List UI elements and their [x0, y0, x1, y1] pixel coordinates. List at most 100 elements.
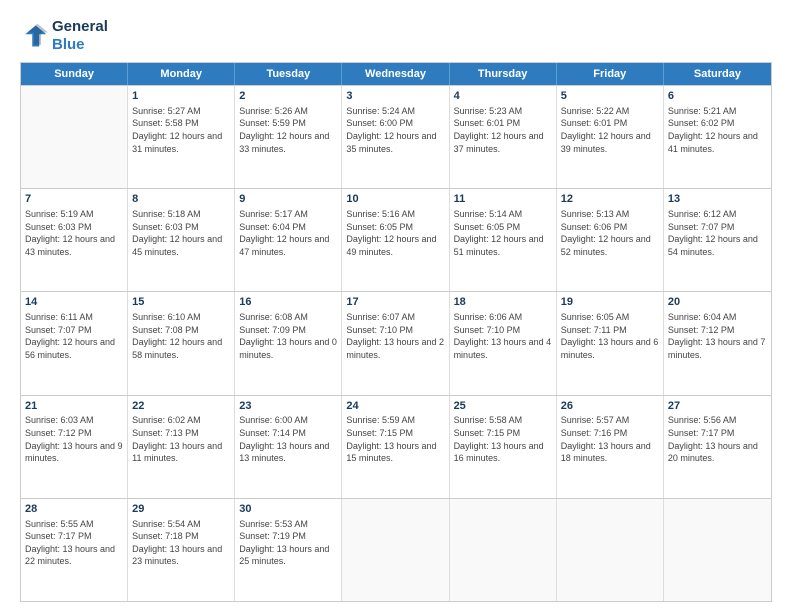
cal-week-2: 7Sunrise: 5:19 AMSunset: 6:03 PMDaylight…: [21, 188, 771, 291]
cal-header-day-saturday: Saturday: [664, 63, 771, 85]
day-number: 25: [454, 399, 552, 414]
sun-info: Sunrise: 5:24 AMSunset: 6:00 PMDaylight:…: [346, 105, 444, 155]
sun-info: Sunrise: 6:10 AMSunset: 7:08 PMDaylight:…: [132, 311, 230, 361]
cal-week-4: 21Sunrise: 6:03 AMSunset: 7:12 PMDayligh…: [21, 395, 771, 498]
sun-info: Sunrise: 6:06 AMSunset: 7:10 PMDaylight:…: [454, 311, 552, 361]
day-number: 26: [561, 399, 659, 414]
day-number: 24: [346, 399, 444, 414]
cal-cell-6: 6Sunrise: 5:21 AMSunset: 6:02 PMDaylight…: [664, 86, 771, 188]
cal-week-1: 1Sunrise: 5:27 AMSunset: 5:58 PMDaylight…: [21, 85, 771, 188]
cal-cell-15: 15Sunrise: 6:10 AMSunset: 7:08 PMDayligh…: [128, 292, 235, 394]
day-number: 22: [132, 399, 230, 414]
day-number: 28: [25, 502, 123, 517]
sun-info: Sunrise: 5:16 AMSunset: 6:05 PMDaylight:…: [346, 208, 444, 258]
sun-info: Sunrise: 6:12 AMSunset: 7:07 PMDaylight:…: [668, 208, 767, 258]
sun-info: Sunrise: 6:02 AMSunset: 7:13 PMDaylight:…: [132, 414, 230, 464]
day-number: 3: [346, 89, 444, 104]
sun-info: Sunrise: 6:04 AMSunset: 7:12 PMDaylight:…: [668, 311, 767, 361]
cal-header-day-monday: Monday: [128, 63, 235, 85]
cal-cell-29: 29Sunrise: 5:54 AMSunset: 7:18 PMDayligh…: [128, 499, 235, 601]
cal-cell-19: 19Sunrise: 6:05 AMSunset: 7:11 PMDayligh…: [557, 292, 664, 394]
sun-info: Sunrise: 5:18 AMSunset: 6:03 PMDaylight:…: [132, 208, 230, 258]
calendar-body: 1Sunrise: 5:27 AMSunset: 5:58 PMDaylight…: [21, 85, 771, 601]
cal-cell-7: 7Sunrise: 5:19 AMSunset: 6:03 PMDaylight…: [21, 189, 128, 291]
day-number: 13: [668, 192, 767, 207]
day-number: 16: [239, 295, 337, 310]
sun-info: Sunrise: 5:23 AMSunset: 6:01 PMDaylight:…: [454, 105, 552, 155]
sun-info: Sunrise: 5:59 AMSunset: 7:15 PMDaylight:…: [346, 414, 444, 464]
cal-cell-11: 11Sunrise: 5:14 AMSunset: 6:05 PMDayligh…: [450, 189, 557, 291]
sun-info: Sunrise: 5:13 AMSunset: 6:06 PMDaylight:…: [561, 208, 659, 258]
cal-cell-empty-4-5: [557, 499, 664, 601]
logo: General Blue: [20, 18, 108, 54]
logo-text: General Blue: [52, 18, 108, 54]
cal-cell-4: 4Sunrise: 5:23 AMSunset: 6:01 PMDaylight…: [450, 86, 557, 188]
cal-cell-empty-4-3: [342, 499, 449, 601]
sun-info: Sunrise: 5:53 AMSunset: 7:19 PMDaylight:…: [239, 518, 337, 568]
cal-cell-20: 20Sunrise: 6:04 AMSunset: 7:12 PMDayligh…: [664, 292, 771, 394]
day-number: 29: [132, 502, 230, 517]
day-number: 5: [561, 89, 659, 104]
cal-cell-3: 3Sunrise: 5:24 AMSunset: 6:00 PMDaylight…: [342, 86, 449, 188]
sun-info: Sunrise: 5:14 AMSunset: 6:05 PMDaylight:…: [454, 208, 552, 258]
cal-cell-8: 8Sunrise: 5:18 AMSunset: 6:03 PMDaylight…: [128, 189, 235, 291]
sun-info: Sunrise: 5:26 AMSunset: 5:59 PMDaylight:…: [239, 105, 337, 155]
day-number: 17: [346, 295, 444, 310]
day-number: 19: [561, 295, 659, 310]
day-number: 20: [668, 295, 767, 310]
cal-header-day-sunday: Sunday: [21, 63, 128, 85]
sun-info: Sunrise: 5:27 AMSunset: 5:58 PMDaylight:…: [132, 105, 230, 155]
day-number: 23: [239, 399, 337, 414]
sun-info: Sunrise: 5:21 AMSunset: 6:02 PMDaylight:…: [668, 105, 767, 155]
cal-cell-empty-4-6: [664, 499, 771, 601]
day-number: 1: [132, 89, 230, 104]
day-number: 30: [239, 502, 337, 517]
cal-cell-12: 12Sunrise: 5:13 AMSunset: 6:06 PMDayligh…: [557, 189, 664, 291]
day-number: 18: [454, 295, 552, 310]
sun-info: Sunrise: 6:05 AMSunset: 7:11 PMDaylight:…: [561, 311, 659, 361]
header: General Blue: [20, 18, 772, 54]
cal-cell-22: 22Sunrise: 6:02 AMSunset: 7:13 PMDayligh…: [128, 396, 235, 498]
cal-cell-empty-0-0: [21, 86, 128, 188]
cal-header-day-friday: Friday: [557, 63, 664, 85]
day-number: 7: [25, 192, 123, 207]
day-number: 11: [454, 192, 552, 207]
cal-week-5: 28Sunrise: 5:55 AMSunset: 7:17 PMDayligh…: [21, 498, 771, 601]
cal-header-day-thursday: Thursday: [450, 63, 557, 85]
cal-cell-27: 27Sunrise: 5:56 AMSunset: 7:17 PMDayligh…: [664, 396, 771, 498]
calendar-header: SundayMondayTuesdayWednesdayThursdayFrid…: [21, 63, 771, 85]
day-number: 2: [239, 89, 337, 104]
cal-cell-25: 25Sunrise: 5:58 AMSunset: 7:15 PMDayligh…: [450, 396, 557, 498]
day-number: 8: [132, 192, 230, 207]
cal-cell-21: 21Sunrise: 6:03 AMSunset: 7:12 PMDayligh…: [21, 396, 128, 498]
cal-cell-18: 18Sunrise: 6:06 AMSunset: 7:10 PMDayligh…: [450, 292, 557, 394]
sun-info: Sunrise: 5:55 AMSunset: 7:17 PMDaylight:…: [25, 518, 123, 568]
sun-info: Sunrise: 6:08 AMSunset: 7:09 PMDaylight:…: [239, 311, 337, 361]
cal-cell-17: 17Sunrise: 6:07 AMSunset: 7:10 PMDayligh…: [342, 292, 449, 394]
cal-cell-5: 5Sunrise: 5:22 AMSunset: 6:01 PMDaylight…: [557, 86, 664, 188]
sun-info: Sunrise: 6:00 AMSunset: 7:14 PMDaylight:…: [239, 414, 337, 464]
cal-cell-16: 16Sunrise: 6:08 AMSunset: 7:09 PMDayligh…: [235, 292, 342, 394]
cal-cell-9: 9Sunrise: 5:17 AMSunset: 6:04 PMDaylight…: [235, 189, 342, 291]
cal-header-day-tuesday: Tuesday: [235, 63, 342, 85]
day-number: 6: [668, 89, 767, 104]
cal-cell-1: 1Sunrise: 5:27 AMSunset: 5:58 PMDaylight…: [128, 86, 235, 188]
sun-info: Sunrise: 6:03 AMSunset: 7:12 PMDaylight:…: [25, 414, 123, 464]
cal-cell-23: 23Sunrise: 6:00 AMSunset: 7:14 PMDayligh…: [235, 396, 342, 498]
sun-info: Sunrise: 5:54 AMSunset: 7:18 PMDaylight:…: [132, 518, 230, 568]
logo-icon: [20, 22, 48, 50]
sun-info: Sunrise: 6:07 AMSunset: 7:10 PMDaylight:…: [346, 311, 444, 361]
calendar: SundayMondayTuesdayWednesdayThursdayFrid…: [20, 62, 772, 602]
day-number: 4: [454, 89, 552, 104]
day-number: 12: [561, 192, 659, 207]
cal-cell-24: 24Sunrise: 5:59 AMSunset: 7:15 PMDayligh…: [342, 396, 449, 498]
cal-cell-26: 26Sunrise: 5:57 AMSunset: 7:16 PMDayligh…: [557, 396, 664, 498]
sun-info: Sunrise: 5:57 AMSunset: 7:16 PMDaylight:…: [561, 414, 659, 464]
cal-cell-empty-4-4: [450, 499, 557, 601]
cal-cell-30: 30Sunrise: 5:53 AMSunset: 7:19 PMDayligh…: [235, 499, 342, 601]
sun-info: Sunrise: 5:58 AMSunset: 7:15 PMDaylight:…: [454, 414, 552, 464]
cal-cell-14: 14Sunrise: 6:11 AMSunset: 7:07 PMDayligh…: [21, 292, 128, 394]
cal-week-3: 14Sunrise: 6:11 AMSunset: 7:07 PMDayligh…: [21, 291, 771, 394]
sun-info: Sunrise: 5:19 AMSunset: 6:03 PMDaylight:…: [25, 208, 123, 258]
sun-info: Sunrise: 5:56 AMSunset: 7:17 PMDaylight:…: [668, 414, 767, 464]
